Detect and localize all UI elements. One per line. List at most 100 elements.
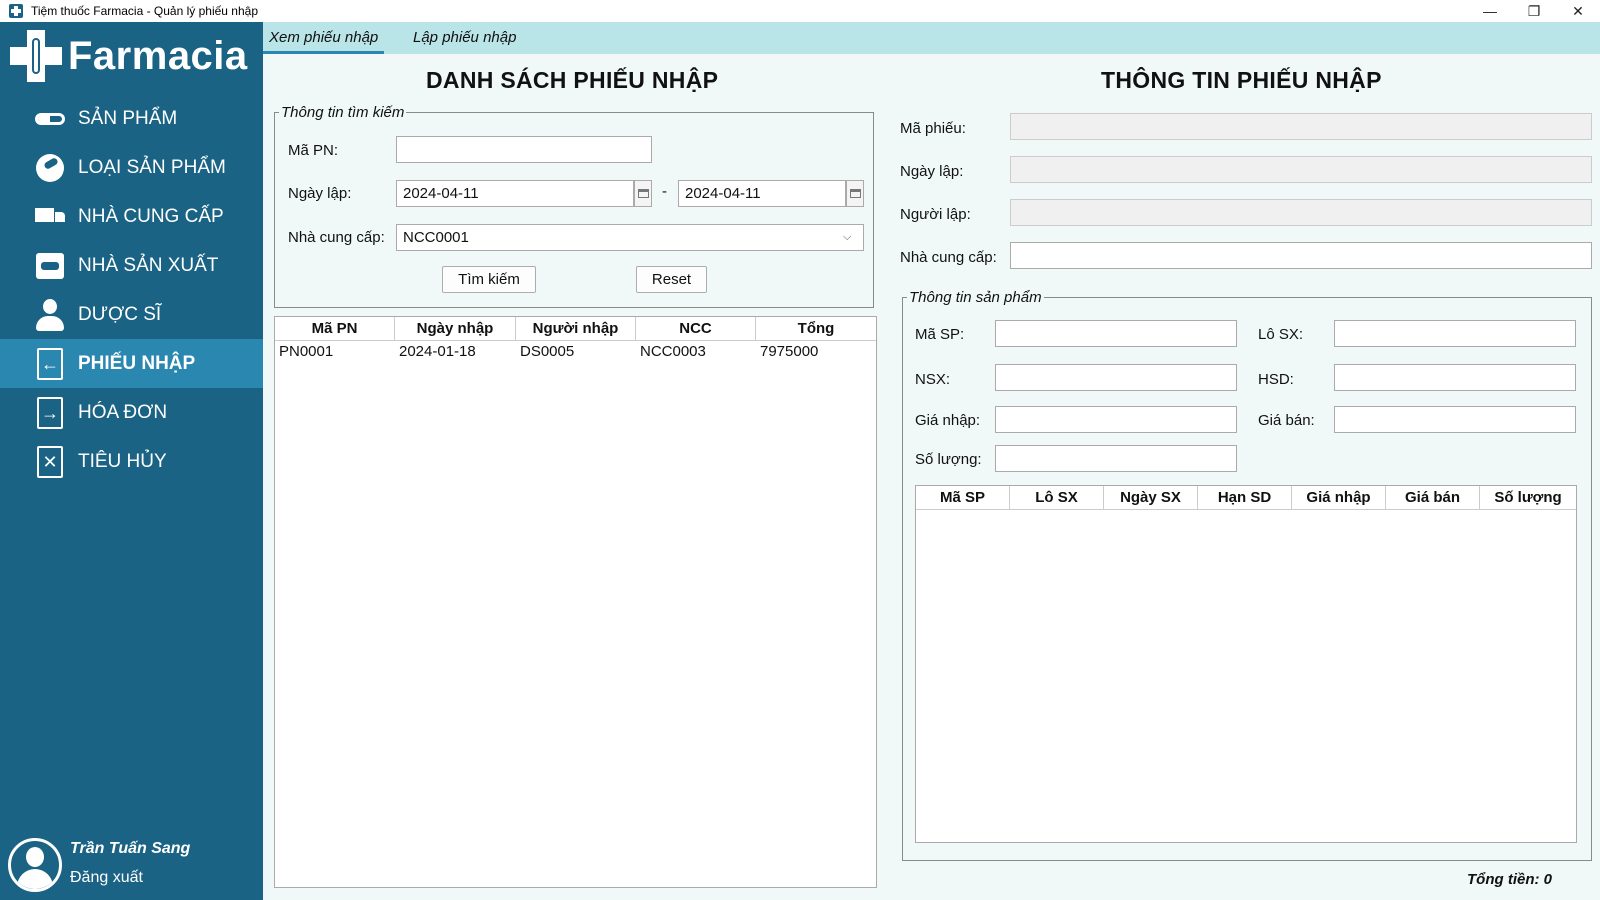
so-luong-input[interactable] <box>995 445 1237 472</box>
gia-ban-label: Giá bán: <box>1258 412 1315 429</box>
import-doc-icon: ← <box>34 347 66 380</box>
logout-link[interactable]: Đăng xuất <box>70 869 143 887</box>
app-cross-icon <box>9 4 23 18</box>
ma-phieu-label: Mã phiếu: <box>900 120 966 137</box>
ncc-detail-field[interactable] <box>1010 242 1592 269</box>
sidebar-item-tieu-huy[interactable]: ✕ TIÊU HỦY <box>0 437 263 486</box>
sidebar: Farmacia SẢN PHẨM LOẠI SẢN PHẨM NHÀ CUNG… <box>0 22 263 900</box>
table-cell: NCC0003 <box>640 343 706 360</box>
sidebar-item-hoa-don[interactable]: → HÓA ĐƠN <box>0 388 263 437</box>
column-header[interactable]: Người nhập <box>516 317 636 340</box>
column-header[interactable]: Giá bán <box>1386 486 1480 509</box>
hsd-input[interactable] <box>1334 364 1576 391</box>
sidebar-item-label: SẢN PHẨM <box>78 107 178 129</box>
avatar <box>8 838 62 892</box>
search-group-legend: Thông tin tìm kiếm <box>281 104 405 121</box>
so-luong-label: Số lượng: <box>915 451 982 468</box>
lo-sx-input[interactable] <box>1334 320 1576 347</box>
sidebar-item-label: PHIẾU NHẬP <box>78 352 196 374</box>
ma-pn-label: Mã PN: <box>288 142 339 159</box>
search-button[interactable]: Tìm kiếm <box>442 266 536 293</box>
sidebar-item-duoc-si[interactable]: DƯỢC SĨ <box>0 290 263 339</box>
chevron-down-icon[interactable]: ⌵ <box>843 231 851 244</box>
sidebar-item-phieu-nhap[interactable]: ← PHIẾU NHẬP <box>0 339 263 388</box>
ncc-detail-label: Nhà cung cấp: <box>900 249 997 266</box>
window-controls: — ❐ ✕ <box>1468 0 1600 22</box>
sidebar-item-san-pham[interactable]: SẢN PHẨM <box>0 94 263 143</box>
table-cell: PN0001 <box>279 343 334 360</box>
tab-bar: Xem phiếu nhập Lập phiếu nhập <box>263 22 1600 54</box>
column-header[interactable]: Mã PN <box>275 317 395 340</box>
sidebar-menu: SẢN PHẨM LOẠI SẢN PHẨM NHÀ CUNG CẤP NHÀ … <box>0 94 263 486</box>
lo-sx-label: Lô SX: <box>1258 326 1304 343</box>
close-button[interactable]: ✕ <box>1556 0 1600 22</box>
user-panel: Trần Tuấn Sang Đăng xuất <box>8 834 258 900</box>
table-cell: DS0005 <box>520 343 575 360</box>
ncc-label: Nhà cung cấp: <box>288 229 385 246</box>
sidebar-item-label: HÓA ĐƠN <box>78 401 168 423</box>
table-header: Mã PN Ngày nhập Người nhập NCC Tổng <box>275 317 876 341</box>
ngay-lap-label: Ngày lập: <box>288 185 352 202</box>
pill-icon <box>34 103 66 135</box>
column-header[interactable]: Số lượng <box>1480 486 1576 509</box>
destroy-doc-icon: ✕ <box>34 445 66 478</box>
user-icon <box>34 298 66 331</box>
title-bar: Tiệm thuốc Farmacia - Quản lý phiếu nhập… <box>0 0 1600 22</box>
restore-button[interactable]: ❐ <box>1512 0 1556 22</box>
nsx-label: NSX: <box>915 371 951 388</box>
sidebar-item-nha-san-xuat[interactable]: NHÀ SẢN XUẤT <box>0 241 263 290</box>
ngay-lap-field <box>1010 156 1592 183</box>
gia-nhap-input[interactable] <box>995 406 1237 433</box>
sidebar-item-label: TIÊU HỦY <box>78 450 167 472</box>
detail-title: THÔNG TIN PHIẾU NHẬP <box>1101 67 1382 93</box>
column-header[interactable]: Ngày SX <box>1104 486 1198 509</box>
tab-lap-phieu-nhap[interactable]: Lập phiếu nhập <box>407 22 522 54</box>
window-title: Tiệm thuốc Farmacia - Quản lý phiếu nhập <box>31 4 258 18</box>
nguoi-lap-field <box>1010 199 1592 226</box>
logo: Farmacia <box>10 30 248 82</box>
column-header[interactable]: NCC <box>636 317 756 340</box>
tab-xem-phieu-nhap[interactable]: Xem phiếu nhập <box>263 22 385 54</box>
table-row[interactable]: PN0001 2024-01-18 DS0005 NCC0003 7975000 <box>275 341 876 363</box>
calendar-from-icon[interactable] <box>634 180 652 207</box>
ma-phieu-field <box>1010 113 1592 140</box>
hsd-label: HSD: <box>1258 371 1294 388</box>
date-to-input[interactable]: 2024-04-11 <box>678 180 846 207</box>
sidebar-item-label: DƯỢC SĨ <box>78 303 162 325</box>
user-name: Trần Tuấn Sang <box>70 840 191 857</box>
ma-sp-label: Mã SP: <box>915 326 965 343</box>
product-detail-table: Mã SP Lô SX Ngày SX Hạn SD Giá nhập Giá … <box>915 485 1577 843</box>
truck-icon <box>34 201 66 233</box>
sidebar-item-label: LOẠI SẢN PHẨM <box>78 156 226 178</box>
factory-box-icon <box>34 250 66 282</box>
import-list-table: Mã PN Ngày nhập Người nhập NCC Tổng PN00… <box>274 316 877 888</box>
sidebar-item-nha-cung-cap[interactable]: NHÀ CUNG CẤP <box>0 192 263 241</box>
nsx-input[interactable] <box>995 364 1237 391</box>
pharmacy-cross-icon <box>10 30 62 82</box>
reset-button[interactable]: Reset <box>636 266 707 293</box>
calendar-to-icon[interactable] <box>846 180 864 207</box>
gia-ban-input[interactable] <box>1334 406 1576 433</box>
ma-sp-input[interactable] <box>995 320 1237 347</box>
ngay-lap-detail-label: Ngày lập: <box>900 163 964 180</box>
table-cell: 7975000 <box>760 343 819 360</box>
minimize-button[interactable]: — <box>1468 0 1512 22</box>
ma-pn-input[interactable] <box>396 136 652 163</box>
column-header[interactable]: Ngày nhập <box>395 317 516 340</box>
sidebar-item-loai-san-pham[interactable]: LOẠI SẢN PHẨM <box>0 143 263 192</box>
gia-nhap-label: Giá nhập: <box>915 412 981 429</box>
pills-icon <box>34 152 66 184</box>
column-header[interactable]: Mã SP <box>916 486 1010 509</box>
table-cell: 2024-01-18 <box>399 343 476 360</box>
sidebar-item-label: NHÀ SẢN XUẤT <box>78 254 219 276</box>
brand-name: Farmacia <box>68 33 248 78</box>
column-header[interactable]: Giá nhập <box>1292 486 1386 509</box>
column-header[interactable]: Lô SX <box>1010 486 1104 509</box>
column-header[interactable]: Tổng <box>756 317 876 340</box>
column-header[interactable]: Hạn SD <box>1198 486 1292 509</box>
total-amount: Tổng tiền: 0 <box>1467 871 1552 888</box>
ncc-select[interactable]: NCC0001 <box>396 224 864 251</box>
list-title: DANH SÁCH PHIẾU NHẬP <box>426 67 719 93</box>
date-from-input[interactable]: 2024-04-11 <box>396 180 634 207</box>
invoice-doc-icon: → <box>34 396 66 429</box>
